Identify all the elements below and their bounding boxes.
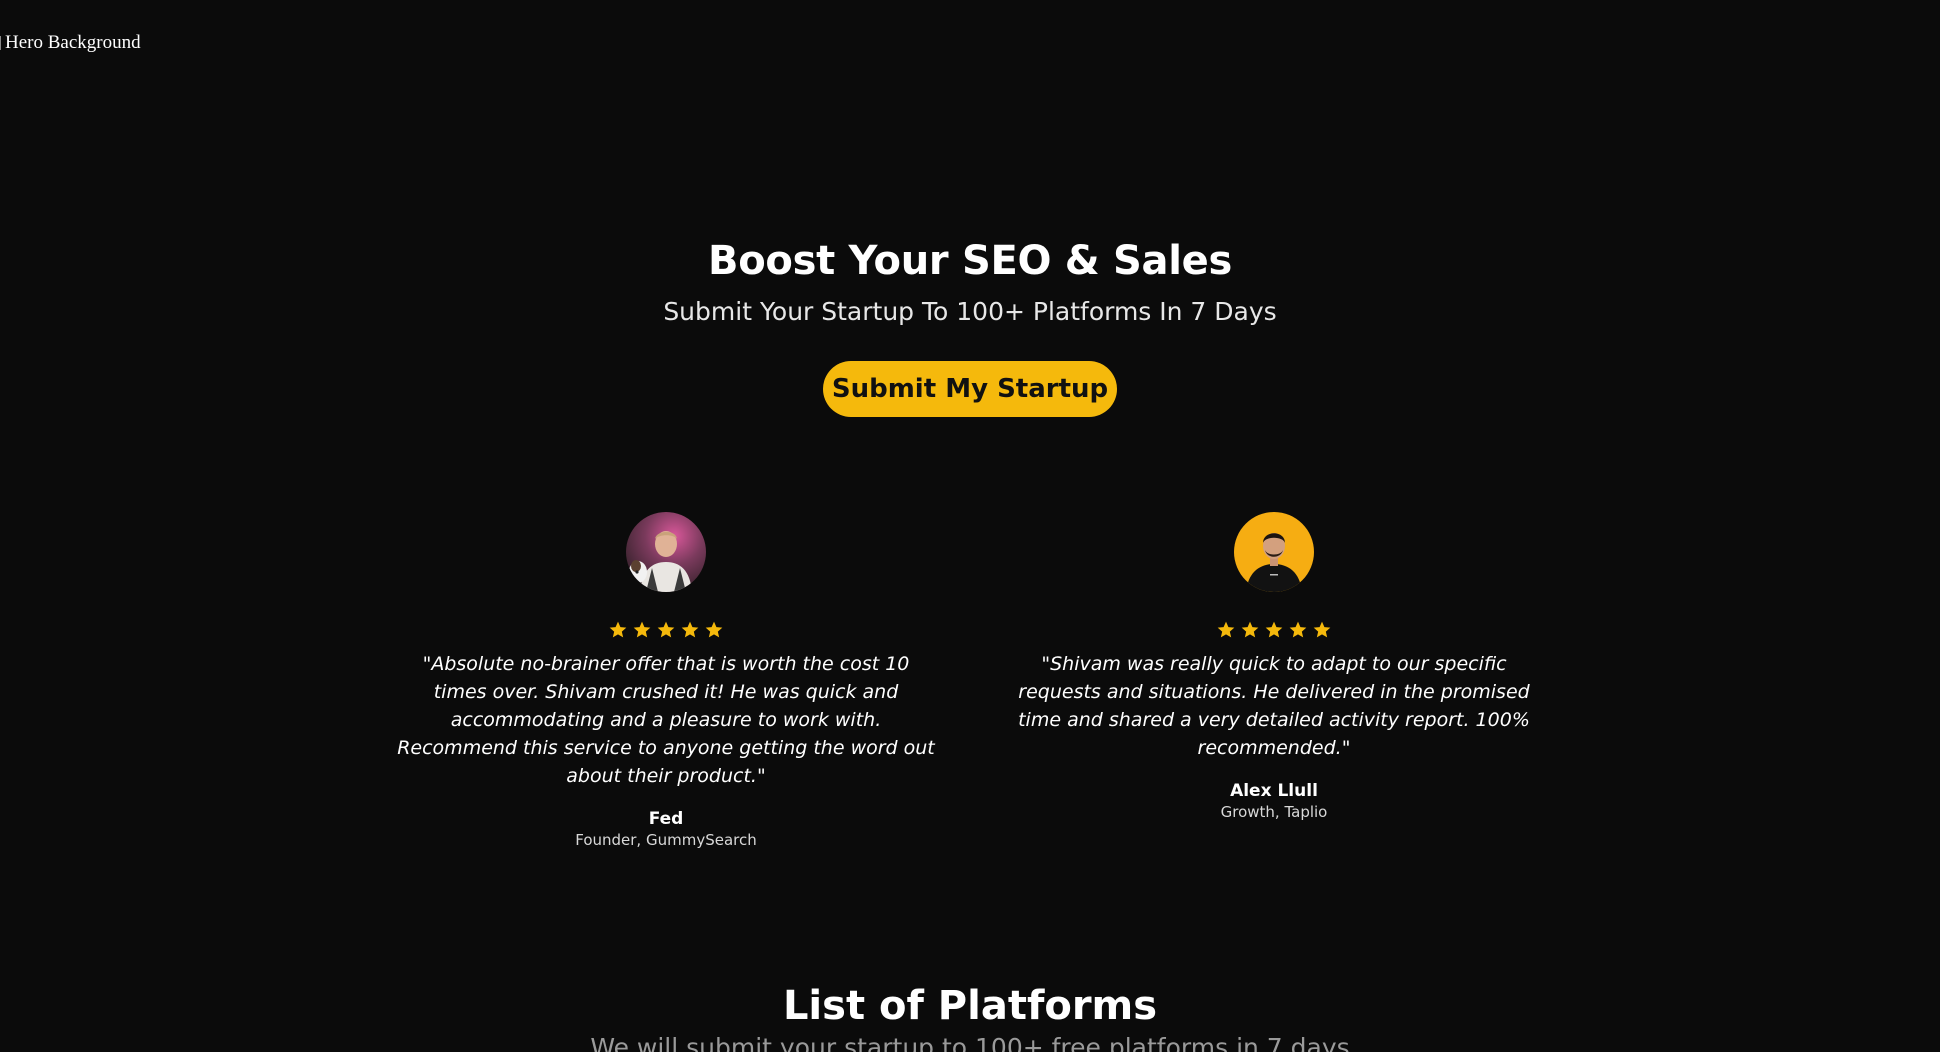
star-icon — [705, 621, 723, 638]
platforms-section-subtitle: We will submit your startup to 100+ free… — [590, 1033, 1350, 1052]
platforms-section-title: List of Platforms — [782, 983, 1158, 1029]
testimonial-card: "Absolute no-brainer offer that is worth… — [386, 512, 946, 850]
hero-background-image: Hero Background — [0, 31, 141, 55]
star-icon — [609, 621, 627, 638]
star-icon — [1289, 621, 1307, 638]
testimonial-author-role: Founder, GummySearch — [575, 831, 757, 849]
testimonial-quote: "Shivam was really quick to adapt to our… — [1018, 653, 1530, 759]
hero-title: Boost Your SEO & Sales — [708, 238, 1232, 284]
star-icon — [657, 621, 675, 638]
star-rating — [386, 620, 946, 642]
testimonial-quote: "Absolute no-brainer offer that is worth… — [397, 653, 935, 787]
testimonial-author-name: Fed — [648, 809, 684, 829]
testimonial-author-name: Alex Llull — [1230, 781, 1318, 801]
avatar — [626, 512, 706, 592]
hero-subtitle: Submit Your Startup To 100+ Platforms In… — [663, 297, 1277, 326]
hero-background-alt-text: Hero Background — [5, 32, 141, 53]
star-icon — [1265, 621, 1283, 638]
star-icon — [1313, 621, 1331, 638]
testimonial-author-role: Growth, Taplio — [1220, 803, 1328, 821]
submit-startup-button[interactable]: Submit My Startup — [823, 361, 1117, 417]
star-rating — [994, 620, 1554, 642]
testimonial-card: "Shivam was really quick to adapt to our… — [994, 512, 1554, 822]
star-icon — [681, 621, 699, 638]
landing-page: Hero Background Boost Your SEO & Sales S… — [0, 0, 1940, 1052]
star-icon — [1217, 621, 1235, 638]
avatar — [1234, 512, 1314, 592]
star-icon — [633, 621, 651, 638]
star-icon — [1241, 621, 1259, 638]
